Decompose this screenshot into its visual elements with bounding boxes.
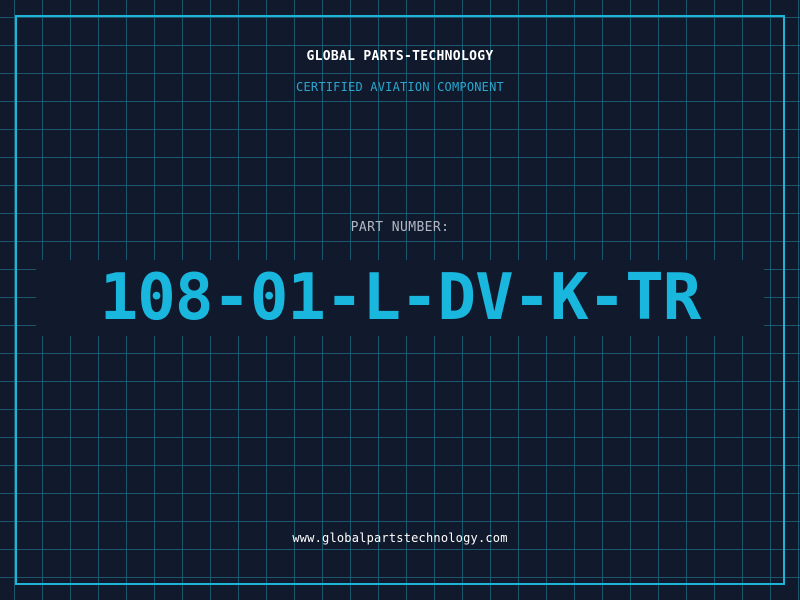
website-url: www.globalpartstechnology.com xyxy=(292,531,508,545)
part-label-card: GLOBAL PARTS-TECHNOLOGY CERTIFIED AVIATI… xyxy=(0,0,800,600)
part-number-label: PART NUMBER: xyxy=(350,220,450,235)
part-number-value: 108-01-L-DV-K-TR xyxy=(99,261,702,335)
certification-tagline: CERTIFIED AVIATION COMPONENT xyxy=(296,80,504,94)
brand-name: GLOBAL PARTS-TECHNOLOGY xyxy=(306,49,494,64)
